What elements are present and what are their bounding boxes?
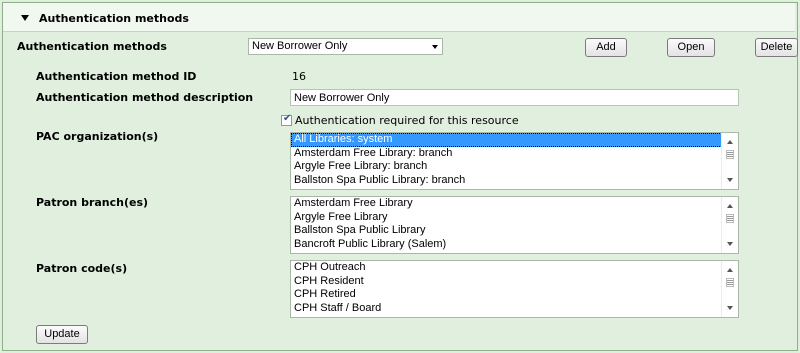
list-item[interactable]: CPH Resident	[291, 275, 738, 289]
method-select-value: New Borrower Only	[252, 40, 348, 52]
list-item[interactable]: Bancroft Public Library (Salem)	[291, 238, 738, 252]
checkmark-icon: ✔	[283, 113, 292, 124]
scroll-thumb[interactable]	[726, 150, 734, 159]
dropdown-arrow-icon[interactable]	[432, 45, 438, 49]
scroll-down-icon[interactable]	[727, 178, 733, 182]
auth-required-label[interactable]: Authentication required for this resourc…	[295, 114, 519, 127]
patron-branches-listbox[interactable]: Amsterdam Free Library Argyle Free Libra…	[290, 196, 739, 254]
update-button[interactable]: Update	[36, 325, 88, 344]
open-button[interactable]: Open	[667, 38, 715, 57]
scroll-up-icon[interactable]	[727, 204, 733, 208]
patron-branches-label: Patron branch(es)	[36, 196, 149, 209]
scroll-up-icon[interactable]	[727, 140, 733, 144]
patron-codes-listbox[interactable]: CPH Outreach CPH Resident CPH Retired CP…	[290, 260, 739, 318]
scroll-up-icon[interactable]	[727, 268, 733, 272]
scroll-thumb[interactable]	[726, 214, 734, 223]
scrollbar[interactable]	[721, 197, 738, 253]
add-button[interactable]: Add	[585, 38, 627, 57]
delete-button[interactable]: Delete	[755, 38, 798, 57]
scrollbar[interactable]	[721, 261, 738, 317]
scroll-down-icon[interactable]	[727, 306, 733, 310]
method-description-label: Authentication method description	[36, 91, 254, 104]
method-id-value: 16	[292, 70, 306, 83]
pac-orgs-label: PAC organization(s)	[36, 130, 159, 143]
section-header[interactable]: Authentication methods	[3, 3, 795, 32]
list-item[interactable]: Argyle Free Library: branch	[291, 160, 738, 174]
list-item[interactable]: Ballston Spa Public Library	[291, 224, 738, 238]
method-select[interactable]: New Borrower Only	[248, 38, 443, 55]
patron-codes-label: Patron code(s)	[36, 262, 128, 275]
list-item[interactable]: Amsterdam Free Library: branch	[291, 147, 738, 161]
list-item[interactable]: CPH Retired	[291, 288, 738, 302]
pac-orgs-listbox[interactable]: All Libraries: system Amsterdam Free Lib…	[290, 132, 739, 190]
list-item[interactable]: Ballston Spa Public Library: branch	[291, 174, 738, 188]
list-item[interactable]: CPH Outreach	[291, 261, 738, 275]
scroll-down-icon[interactable]	[727, 242, 733, 246]
scrollbar[interactable]	[721, 133, 738, 189]
section-title: Authentication methods	[39, 12, 189, 25]
scroll-thumb[interactable]	[726, 278, 734, 287]
collapse-triangle-icon[interactable]	[21, 15, 29, 21]
list-item[interactable]: CPH Staff / Board	[291, 302, 738, 316]
list-item[interactable]: All Libraries: system	[291, 133, 738, 147]
list-item[interactable]: Amsterdam Free Library	[291, 197, 738, 211]
list-item[interactable]: Argyle Free Library	[291, 211, 738, 225]
method-description-input[interactable]	[290, 89, 739, 106]
auth-required-checkbox[interactable]: ✔	[281, 113, 292, 126]
method-id-label: Authentication method ID	[36, 70, 197, 83]
method-select-label: Authentication methods	[17, 40, 167, 53]
